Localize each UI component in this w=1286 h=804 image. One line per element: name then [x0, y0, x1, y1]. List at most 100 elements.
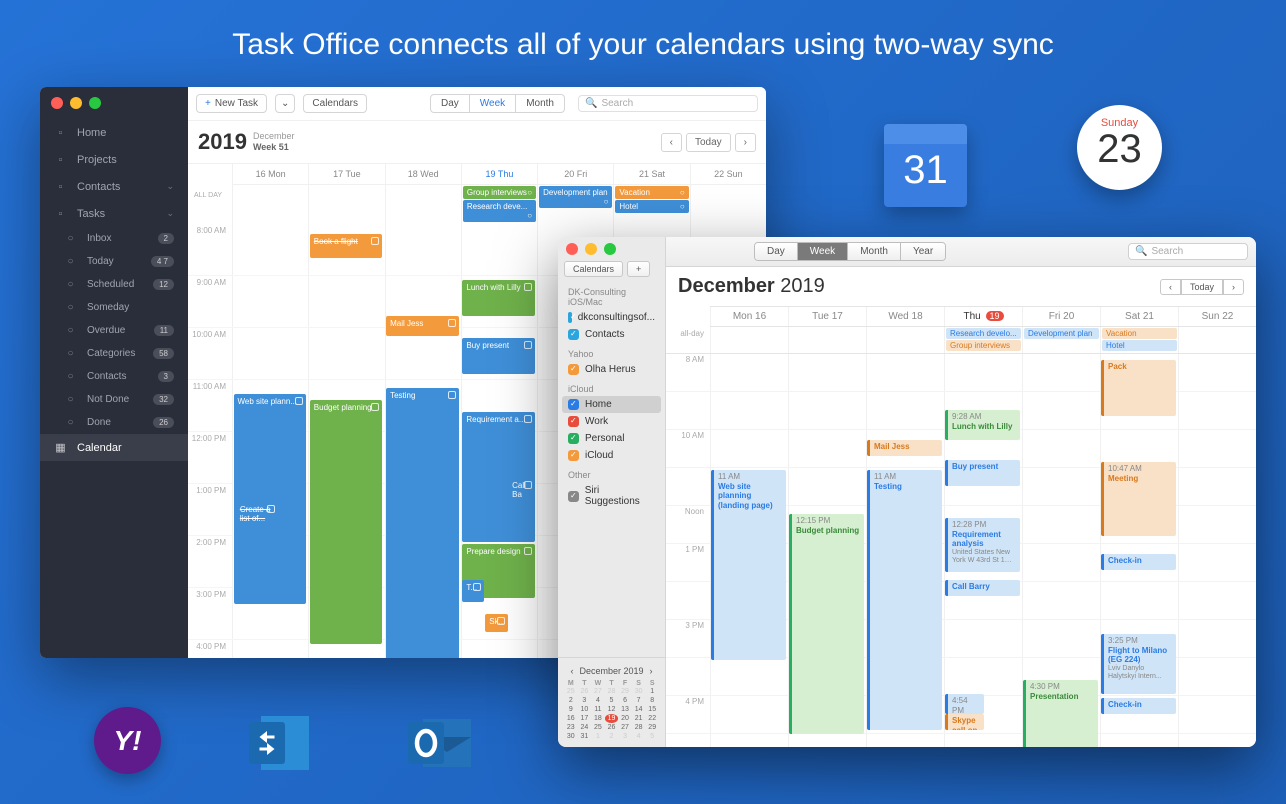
checkbox-icon[interactable] — [448, 391, 456, 399]
checkbox-icon[interactable] — [371, 403, 379, 411]
sidebar-item-done[interactable]: ○Done26 — [54, 411, 188, 434]
checkbox-icon[interactable] — [448, 319, 456, 327]
sidebar-item-today[interactable]: ○Today4 7 — [54, 250, 188, 273]
calendar-event[interactable]: Testing — [386, 388, 458, 658]
allday-event[interactable]: Vacation — [1102, 328, 1177, 339]
calendar-event[interactable]: T... — [462, 580, 483, 602]
mini-cal-day[interactable]: 12 — [605, 705, 619, 714]
search-input[interactable]: 🔍Search — [578, 95, 758, 112]
mini-cal-day[interactable]: 28 — [632, 723, 646, 732]
calendar-event[interactable]: Check-in — [1101, 554, 1176, 570]
mini-cal-day[interactable]: 29 — [645, 723, 659, 732]
sidebar-item-contacts[interactable]: ○Contacts3 — [54, 365, 188, 388]
mini-cal-day[interactable]: 25 — [564, 687, 578, 696]
sidebar-item-categories[interactable]: ○Categories58 — [54, 342, 188, 365]
mini-cal-day[interactable]: 31 — [578, 732, 592, 741]
mini-cal-day[interactable]: 29 — [618, 687, 632, 696]
checkbox-icon[interactable] — [568, 399, 579, 410]
calendars-button[interactable]: Calendars — [564, 261, 623, 277]
mini-cal-day[interactable]: 11 — [591, 705, 605, 714]
calendar-event[interactable]: Call Ba — [508, 478, 535, 500]
view-month[interactable]: Month — [516, 95, 564, 112]
calendar-event[interactable]: Book a flight — [310, 234, 382, 258]
today-button[interactable]: Today — [1181, 279, 1223, 295]
mini-cal-day[interactable]: 15 — [645, 705, 659, 714]
maximize-icon[interactable] — [604, 243, 616, 255]
checkbox-icon[interactable] — [524, 481, 532, 489]
mini-cal-day[interactable]: 24 — [578, 723, 592, 732]
next-button[interactable]: › — [1223, 279, 1244, 295]
checkbox-icon[interactable] — [267, 505, 275, 513]
checkbox-icon[interactable] — [371, 237, 379, 245]
checkbox-icon[interactable] — [524, 547, 532, 555]
calendar-event[interactable]: 4:30 PMPresentation — [1023, 680, 1098, 747]
add-button[interactable]: + — [627, 261, 650, 277]
prev-button[interactable]: ‹ — [661, 133, 682, 152]
mini-cal-day[interactable]: 25 — [591, 723, 605, 732]
calendar-event[interactable]: 3:25 PMFlight to Milano (EG 224)Lviv Dan… — [1101, 634, 1176, 694]
allday-event[interactable]: Research develo... — [946, 328, 1021, 339]
calendar-event[interactable]: Check-in — [1101, 698, 1176, 714]
calendar-event[interactable]: 9:28 AMLunch with Lilly — [945, 410, 1020, 440]
calendar-event[interactable]: Skype call on pr... — [945, 714, 984, 730]
dropdown-icon[interactable]: ⌄ — [275, 94, 295, 113]
calendar-event[interactable]: 11 AMWeb site planning (landing page) — [711, 470, 786, 660]
prev-button[interactable]: ‹ — [1160, 279, 1181, 295]
mini-cal-day[interactable]: 13 — [618, 705, 632, 714]
mini-cal-day[interactable]: 5 — [605, 696, 619, 705]
view-day[interactable]: Day — [431, 95, 470, 112]
calendar-event[interactable]: Requirement a... — [462, 412, 534, 542]
allday-event[interactable]: Vacation ○ — [615, 186, 688, 199]
mini-cal-day[interactable]: 17 — [578, 714, 592, 723]
calendar-list-item[interactable]: Olha Herus — [558, 361, 665, 378]
calendar-list-item[interactable]: Personal — [558, 430, 665, 447]
mini-cal-day[interactable]: 30 — [632, 687, 646, 696]
minimize-icon[interactable] — [585, 243, 597, 255]
mini-cal-day[interactable]: 21 — [632, 714, 646, 723]
mini-cal-day[interactable]: 7 — [632, 696, 646, 705]
calendars-button[interactable]: Calendars — [303, 94, 367, 113]
allday-event[interactable]: Group interviews ○ — [463, 186, 536, 199]
allday-event[interactable]: Research deve... ○ — [463, 200, 536, 222]
sidebar-item-home[interactable]: ▫Home — [40, 119, 188, 146]
checkbox-icon[interactable] — [295, 397, 303, 405]
checkbox-icon[interactable] — [568, 450, 579, 461]
mini-cal-day[interactable]: 23 — [564, 723, 578, 732]
mini-cal-day[interactable]: 10 — [578, 705, 592, 714]
allday-event[interactable]: Group interviews — [946, 340, 1021, 351]
calendar-event[interactable]: Create a list of... — [236, 502, 278, 526]
calendar-event[interactable]: 4:54 PMTesting - Round 1 — [945, 694, 984, 714]
calendar-list-item[interactable]: Home — [562, 396, 661, 413]
calendar-event[interactable]: Budget planning — [310, 400, 382, 644]
calendar-event[interactable]: Mail Jess — [867, 440, 942, 456]
calendar-list-item[interactable]: Siri Suggestions — [558, 482, 665, 510]
mini-cal-day[interactable]: 9 — [564, 705, 578, 714]
mini-cal-day[interactable]: 30 — [564, 732, 578, 741]
mini-cal-day[interactable]: 26 — [578, 687, 592, 696]
mini-cal-day[interactable]: 3 — [578, 696, 592, 705]
checkbox-icon[interactable] — [568, 364, 579, 375]
calendar-event[interactable]: Call Barry — [945, 580, 1020, 596]
allday-event[interactable]: Development plan — [1024, 328, 1099, 339]
mini-cal-day[interactable]: 2 — [605, 732, 619, 741]
sidebar-item-someday[interactable]: ○Someday — [54, 296, 188, 319]
next-button[interactable]: › — [735, 133, 756, 152]
mini-cal-day[interactable]: 14 — [632, 705, 646, 714]
checkbox-icon[interactable] — [497, 617, 505, 625]
sidebar-item-contacts[interactable]: ▫Contacts⌄ — [40, 173, 188, 200]
calendar-event[interactable]: Buy present — [945, 460, 1020, 486]
next-month-icon[interactable]: › — [650, 666, 653, 676]
maximize-icon[interactable] — [89, 97, 101, 109]
checkbox-icon[interactable] — [524, 341, 532, 349]
calendar-event[interactable]: 12:28 PMRequirement analysisUnited State… — [945, 518, 1020, 572]
checkbox-icon[interactable] — [568, 329, 579, 340]
search-input[interactable]: 🔍Search — [1128, 243, 1248, 260]
mini-cal-day[interactable]: 27 — [591, 687, 605, 696]
checkbox-icon[interactable] — [524, 283, 532, 291]
checkbox-icon[interactable] — [568, 416, 579, 427]
checkbox-icon[interactable] — [568, 433, 579, 444]
calendar-list-item[interactable]: Contacts — [558, 326, 665, 343]
checkbox-icon[interactable] — [568, 491, 579, 502]
close-icon[interactable] — [566, 243, 578, 255]
calendar-event[interactable]: Mail Jess — [386, 316, 458, 336]
